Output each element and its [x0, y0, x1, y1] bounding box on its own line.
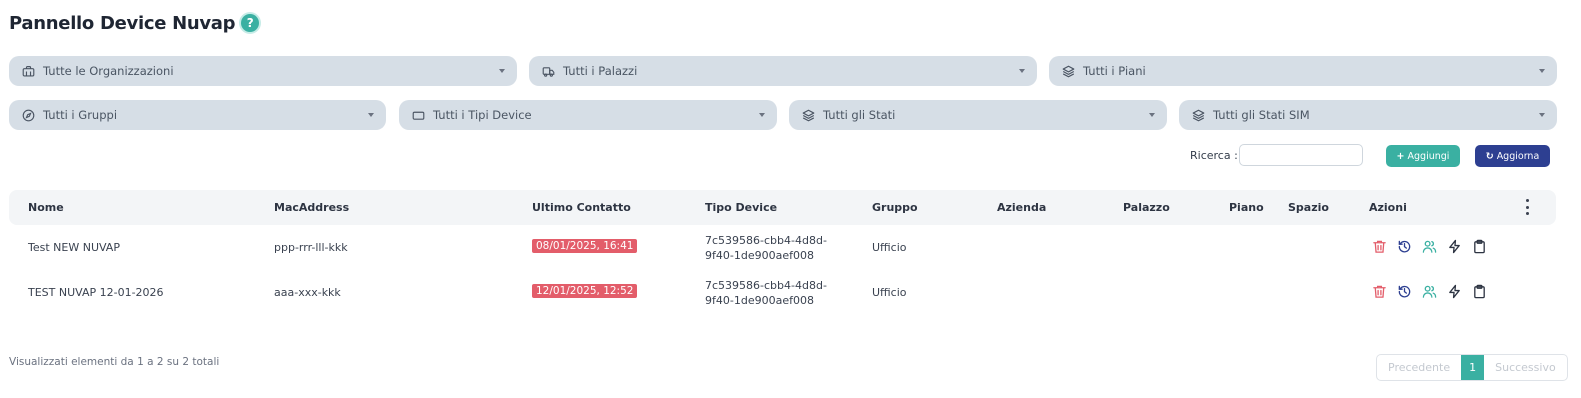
sim-status-select[interactable]: Tutti gli Stati SIM: [1179, 100, 1557, 130]
history-icon[interactable]: [1396, 283, 1412, 299]
group-select-label: Tutti i Gruppi: [43, 108, 118, 122]
column-header-palazzo[interactable]: Palazzo: [1123, 201, 1170, 214]
tipo-device-line2: 9f40-1de900aef008: [705, 294, 814, 307]
history-icon[interactable]: [1396, 238, 1412, 254]
chevron-down-icon: [368, 113, 374, 117]
clipboard-icon[interactable]: [1471, 238, 1487, 254]
chevron-down-icon: [499, 69, 505, 73]
table-toolbar: Ricerca : + Aggiungi ↻ Aggiorna: [0, 144, 1581, 168]
chevron-down-icon: [1019, 69, 1025, 73]
table-header: Nome MacAddress Ultimo Contatto Tipo Dev…: [9, 190, 1556, 225]
tipo-device-line1: 7c539586-cbb4-4d8d-: [705, 234, 827, 247]
bolt-icon[interactable]: [1446, 238, 1462, 254]
organization-select[interactable]: Tutte le Organizzazioni: [9, 56, 517, 86]
cell-nome: TEST NUVAP 12-01-2026: [28, 286, 164, 299]
refresh-button-label: Aggiorna: [1496, 150, 1540, 162]
column-header-piano[interactable]: Piano: [1229, 201, 1264, 214]
cell-mac: aaa-xxx-kkk: [274, 286, 341, 299]
chevron-down-icon: [1149, 113, 1155, 117]
tipo-device-line1: 7c539586-cbb4-4d8d-: [705, 279, 827, 292]
organization-select-label: Tutte le Organizzazioni: [43, 64, 174, 78]
device-type-select[interactable]: Tutti i Tipi Device: [399, 100, 777, 130]
next-page-button[interactable]: Successivo: [1484, 355, 1567, 380]
previous-page-button[interactable]: Precedente: [1377, 355, 1461, 380]
chevron-down-icon: [759, 113, 765, 117]
briefcase-icon: [21, 64, 35, 78]
cell-mac: ppp-rrr-lll-kkk: [274, 241, 348, 254]
row-actions: [1371, 283, 1487, 299]
column-header-ultimo-contatto[interactable]: Ultimo Contatto: [532, 201, 631, 214]
tipo-device-line2: 9f40-1de900aef008: [705, 249, 814, 262]
column-header-nome[interactable]: Nome: [28, 201, 64, 214]
refresh-icon: ↻: [1485, 150, 1494, 162]
add-button-label: Aggiungi: [1407, 150, 1450, 162]
cell-tipo-device: 7c539586-cbb4-4d8d- 9f40-1de900aef008: [705, 278, 845, 308]
trash-icon[interactable]: [1371, 283, 1387, 299]
search-input[interactable]: [1239, 144, 1363, 166]
cell-gruppo: Ufficio: [872, 286, 907, 299]
tablet-icon: [411, 108, 425, 122]
column-header-gruppo[interactable]: Gruppo: [872, 201, 918, 214]
compass-icon: [21, 108, 35, 122]
column-header-tipo-device[interactable]: Tipo Device: [705, 201, 777, 214]
users-icon[interactable]: [1421, 238, 1437, 254]
truck-icon: [541, 64, 555, 78]
row-actions: [1371, 238, 1487, 254]
chevron-down-icon: [1539, 69, 1545, 73]
help-icon[interactable]: ?: [241, 14, 260, 32]
layers-icon: [801, 108, 815, 122]
floor-select-label: Tutti i Piani: [1083, 64, 1146, 78]
column-header-azioni: Azioni: [1369, 201, 1407, 214]
last-contact-badge: 08/01/2025, 16:41: [532, 239, 638, 253]
column-header-azienda[interactable]: Azienda: [997, 201, 1046, 214]
search-label: Ricerca :: [1190, 149, 1238, 162]
page-title: Pannello Device Nuvap: [9, 12, 236, 34]
group-select[interactable]: Tutti i Gruppi: [9, 100, 386, 130]
chevron-down-icon: [1539, 113, 1545, 117]
device-type-select-label: Tutti i Tipi Device: [433, 108, 532, 122]
add-button[interactable]: + Aggiungi: [1386, 145, 1460, 167]
cell-nome: Test NEW NUVAP: [28, 241, 120, 254]
column-header-spazio[interactable]: Spazio: [1288, 201, 1329, 214]
clipboard-icon[interactable]: [1471, 283, 1487, 299]
refresh-button[interactable]: ↻ Aggiorna: [1475, 145, 1550, 167]
layers-icon: [1191, 108, 1205, 122]
last-contact-badge: 12/01/2025, 12:52: [532, 284, 638, 298]
plus-icon: +: [1396, 150, 1405, 162]
layers-icon: [1061, 64, 1075, 78]
users-icon[interactable]: [1421, 283, 1437, 299]
floor-select[interactable]: Tutti i Piani: [1049, 56, 1557, 86]
more-options-icon[interactable]: [1524, 199, 1530, 215]
status-select[interactable]: Tutti gli Stati: [789, 100, 1167, 130]
pagination: Precedente 1 Successivo: [1376, 354, 1568, 381]
table-row: Test NEW NUVAP ppp-rrr-lll-kkk 08/01/202…: [9, 226, 1556, 270]
building-select[interactable]: Tutti i Palazzi: [529, 56, 1037, 86]
building-select-label: Tutti i Palazzi: [563, 64, 638, 78]
trash-icon[interactable]: [1371, 238, 1387, 254]
sim-status-select-label: Tutti gli Stati SIM: [1213, 108, 1310, 122]
cell-gruppo: Ufficio: [872, 241, 907, 254]
column-header-macaddress[interactable]: MacAddress: [274, 201, 349, 214]
cell-tipo-device: 7c539586-cbb4-4d8d- 9f40-1de900aef008: [705, 233, 845, 263]
table-row: TEST NUVAP 12-01-2026 aaa-xxx-kkk 12/01/…: [9, 271, 1556, 315]
page-header: Pannello Device Nuvap ?: [9, 10, 260, 36]
status-select-label: Tutti gli Stati: [823, 108, 896, 122]
page-1-button[interactable]: 1: [1461, 355, 1485, 380]
table-info: Visualizzati elementi da 1 a 2 su 2 tota…: [9, 356, 220, 368]
bolt-icon[interactable]: [1446, 283, 1462, 299]
